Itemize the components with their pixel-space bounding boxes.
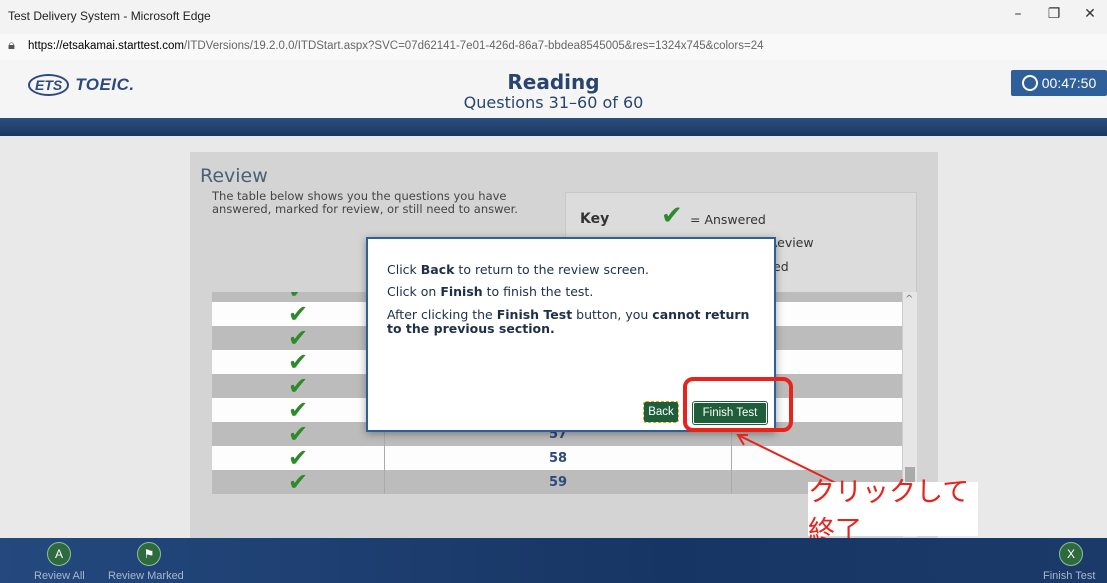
- finish-test-icon[interactable]: X: [1059, 542, 1083, 566]
- footer-finish-test-button[interactable]: Finish Test: [1043, 570, 1095, 582]
- review-all-icon[interactable]: A: [47, 542, 71, 566]
- annotation-callout: クリックして終了: [808, 477, 978, 547]
- review-marked-button[interactable]: Review Marked: [108, 570, 184, 582]
- flag-icon[interactable]: ⚑: [137, 542, 161, 566]
- review-all-button[interactable]: Review All: [34, 570, 85, 582]
